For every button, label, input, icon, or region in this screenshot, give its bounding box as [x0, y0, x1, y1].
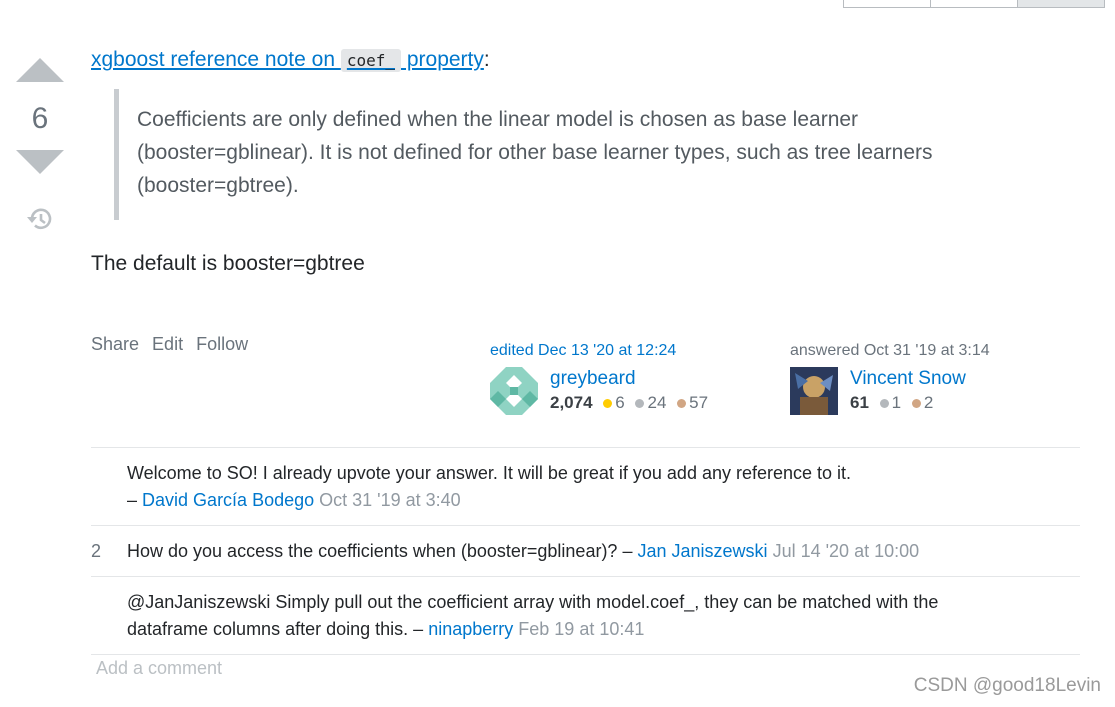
gold-badge-icon	[603, 398, 613, 408]
comment: 2 How do you access the coefficients whe…	[91, 526, 1080, 577]
reputation-score: 2,074	[550, 393, 593, 412]
comment: @JanJaniszewski Simply pull out the coef…	[91, 577, 1080, 655]
coef-code: coef_	[340, 49, 402, 72]
comment-body: How do you access the coefficients when …	[127, 541, 920, 561]
sort-tab[interactable]	[930, 0, 1018, 8]
comment-date[interactable]: Jul 14 '20 at 10:00	[773, 541, 920, 561]
comment-date[interactable]: Feb 19 at 10:41	[518, 619, 644, 639]
answer-paragraph: The default is booster=gbtree	[91, 252, 365, 275]
editor-reputation: 2,074 6 24 57	[550, 393, 709, 412]
edited-link[interactable]: edited Dec 13 '20 at 12:24	[490, 341, 708, 361]
editor-avatar[interactable]	[490, 367, 538, 415]
comments-list: Welcome to SO! I already upvote your ans…	[91, 447, 1080, 655]
bronze-badge-icon	[677, 398, 687, 408]
comment-text: How do you access the coefficients when …	[127, 541, 618, 561]
history-icon[interactable]	[25, 204, 55, 234]
comment-body: Welcome to SO! I already upvote your ans…	[127, 463, 852, 510]
vote-cell: 6	[16, 58, 64, 234]
editor-name[interactable]: greybeard	[550, 367, 708, 391]
editor-signature: edited Dec 13 '20 at 12:24 greybeard 2,0…	[490, 341, 708, 415]
author-reputation: 61 1 2	[850, 393, 934, 412]
share-link[interactable]: Share	[91, 334, 139, 355]
blockquote: Coefficients are only defined when the l…	[114, 89, 1027, 220]
silver-badge-icon	[879, 398, 889, 408]
sort-tab-active[interactable]	[1017, 0, 1105, 8]
add-comment-link[interactable]: Add a comment	[96, 658, 222, 679]
reputation-score: 61	[850, 393, 869, 412]
comment-user[interactable]: David García Bodego	[142, 490, 314, 510]
sort-tab[interactable]	[843, 0, 931, 8]
comment-score	[91, 460, 127, 514]
reference-link[interactable]: xgboost reference note on coef_ property	[91, 48, 484, 72]
comment-user[interactable]: ninapberry	[428, 619, 513, 639]
comment: Welcome to SO! I already upvote your ans…	[91, 448, 1080, 526]
post-menu: Share Edit Follow	[91, 334, 261, 355]
sort-tabs	[843, 0, 1105, 8]
comment-text: Welcome to SO! I already upvote your ans…	[127, 463, 852, 483]
reference-line: xgboost reference note on coef_ property…	[91, 48, 490, 72]
comment-score	[91, 589, 127, 643]
comment-user[interactable]: Jan Janiszewski	[638, 541, 768, 561]
answered-time: answered Oct 31 '19 at 3:14	[790, 342, 990, 359]
follow-link[interactable]: Follow	[196, 334, 248, 355]
watermark: CSDN @good18Levin	[913, 675, 1101, 696]
answer-body: xgboost reference note on coef_ property…	[91, 44, 1081, 280]
author-signature: answered Oct 31 '19 at 3:14 Vincent Snow…	[790, 341, 990, 415]
vote-count: 6	[31, 102, 49, 135]
edit-link[interactable]: Edit	[152, 334, 183, 355]
downvote-button[interactable]	[16, 150, 64, 174]
upvote-button[interactable]	[16, 58, 64, 82]
comment-date[interactable]: Oct 31 '19 at 3:40	[319, 490, 461, 510]
author-name[interactable]: Vincent Snow	[850, 367, 966, 391]
comment-score: 2	[91, 541, 102, 561]
comment-body: @JanJaniszewski Simply pull out the coef…	[127, 592, 939, 639]
silver-badge-icon	[635, 398, 645, 408]
author-avatar[interactable]	[790, 367, 838, 415]
bronze-badge-icon	[911, 398, 921, 408]
